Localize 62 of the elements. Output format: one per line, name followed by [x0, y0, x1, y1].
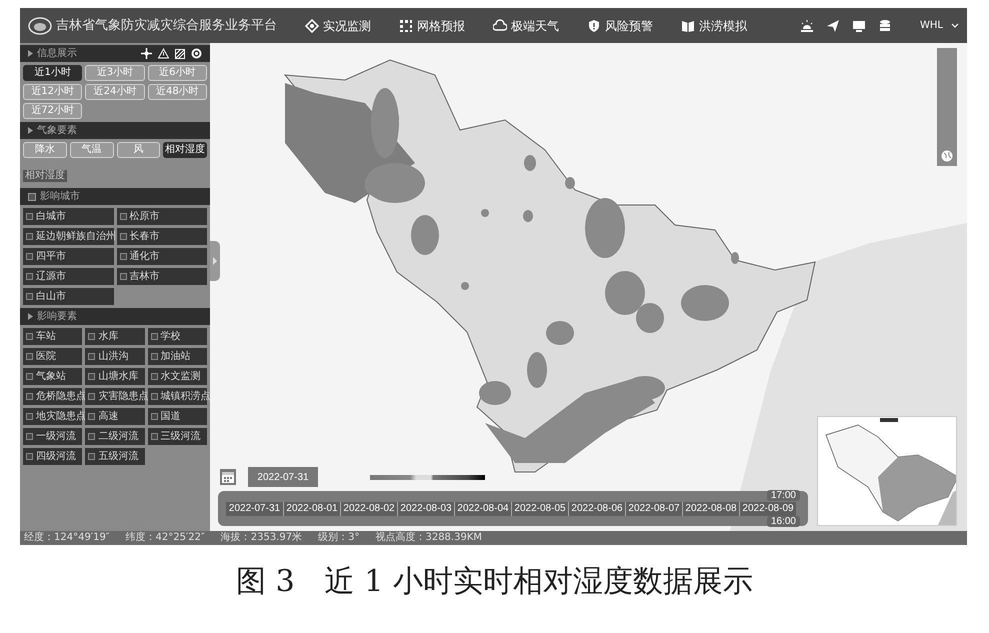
time-label: 16:00 — [766, 516, 800, 527]
checkbox-label: 辽源市 — [36, 272, 66, 282]
nav-tab[interactable]: 网格预报 — [399, 16, 465, 34]
status-text: 级别：3° — [318, 533, 360, 543]
timeline-date[interactable]: 2022-08-05 — [511, 502, 568, 516]
checkbox-label: 山洪沟 — [98, 352, 128, 362]
checkbox-label: 水文监测 — [160, 372, 201, 382]
date-field[interactable]: 2022-07-31 — [248, 467, 318, 487]
checkbox-label: 危桥隐患点 — [36, 392, 86, 402]
checkbox-label: 三级河流 — [160, 432, 201, 442]
timeline-date[interactable]: 2022-08-06 — [568, 502, 625, 516]
checkbox-label: 二级河流 — [98, 432, 138, 442]
status-text: 经度：124°49′19″ — [24, 533, 110, 543]
checkbox-label: 学校 — [160, 332, 181, 342]
figure-caption: 图 3 近 1 小时实时相对湿度数据展示 — [235, 563, 754, 601]
platform-title: 吉林省气象防灾减灾综合服务业务平台 — [56, 16, 277, 35]
checkbox-label: 一级河流 — [36, 432, 76, 442]
checkbox-label: 灾害隐患点 — [98, 392, 148, 402]
checkbox-label: 水库 — [98, 332, 118, 342]
timeline-date[interactable]: 2022-08-03 — [397, 502, 454, 516]
nav-tab[interactable]: 洪涝模拟 — [681, 16, 747, 34]
filter-button[interactable]: 相对湿度 — [163, 142, 207, 158]
timeline-date[interactable]: 2022-08-04 — [454, 502, 511, 516]
status-text: 纬度：42°25′22″ — [126, 533, 205, 543]
section-title: 信息展示 — [37, 46, 77, 61]
checkbox-label: 四平市 — [36, 252, 66, 262]
checkbox-label: 车站 — [36, 332, 56, 342]
checkbox-label: 国道 — [160, 412, 181, 422]
selected-tag: 相对湿度 — [23, 170, 67, 182]
nav-tab[interactable]: 极端天气 — [493, 16, 559, 34]
checkbox-label: 白城市 — [36, 212, 66, 222]
user-menu[interactable]: WHL — [920, 18, 959, 33]
checkbox-label: 吉林市 — [130, 272, 160, 282]
timeline-date[interactable]: 2022-08-02 — [340, 502, 397, 516]
checkbox-label: 高速 — [98, 412, 118, 422]
checkbox-label: 医院 — [36, 352, 56, 362]
section-title: 影响城市 — [40, 190, 80, 204]
checkbox-label: 五级河流 — [98, 452, 138, 462]
checkbox-label: 气象站 — [36, 372, 66, 382]
timeline-date[interactable]: 2022-08-01 — [283, 502, 340, 516]
nav-tab[interactable]: 实况监测 — [305, 16, 371, 34]
filter-button[interactable]: 近1小时 — [23, 65, 82, 81]
checkbox-label: 城镇积涝点 — [160, 392, 211, 402]
timeline-date[interactable]: 2022-08-09 — [739, 502, 796, 516]
checkbox-label: 加油站 — [160, 352, 191, 362]
timeline-date[interactable]: 2022-08-08 — [682, 502, 739, 516]
time-label: 17:00 — [766, 490, 800, 501]
checkbox-label: 延边朝鲜族自治州 — [36, 232, 116, 242]
checkbox-label: 长春市 — [130, 232, 160, 242]
status-text: 海拔：2353.97米 — [220, 533, 302, 543]
timeline-date[interactable]: 2022-07-31 — [226, 502, 283, 516]
checkbox-label: 通化市 — [130, 252, 160, 262]
checkbox-label: 地灾隐患点 — [36, 412, 86, 422]
timeline-date[interactable]: 2022-08-07 — [625, 502, 682, 516]
section-title: 气象要素 — [37, 124, 77, 138]
checkbox-label: 四级河流 — [36, 452, 76, 462]
nav-tab[interactable]: 风险预警 — [587, 16, 653, 34]
checkbox-label: 松原市 — [130, 212, 160, 222]
section-title: 影响要素 — [37, 310, 77, 324]
checkbox-label: 白山市 — [36, 292, 66, 302]
checkbox-label: 山塘水库 — [98, 372, 138, 382]
status-text: 视点高度：3288.39KM — [375, 533, 482, 543]
